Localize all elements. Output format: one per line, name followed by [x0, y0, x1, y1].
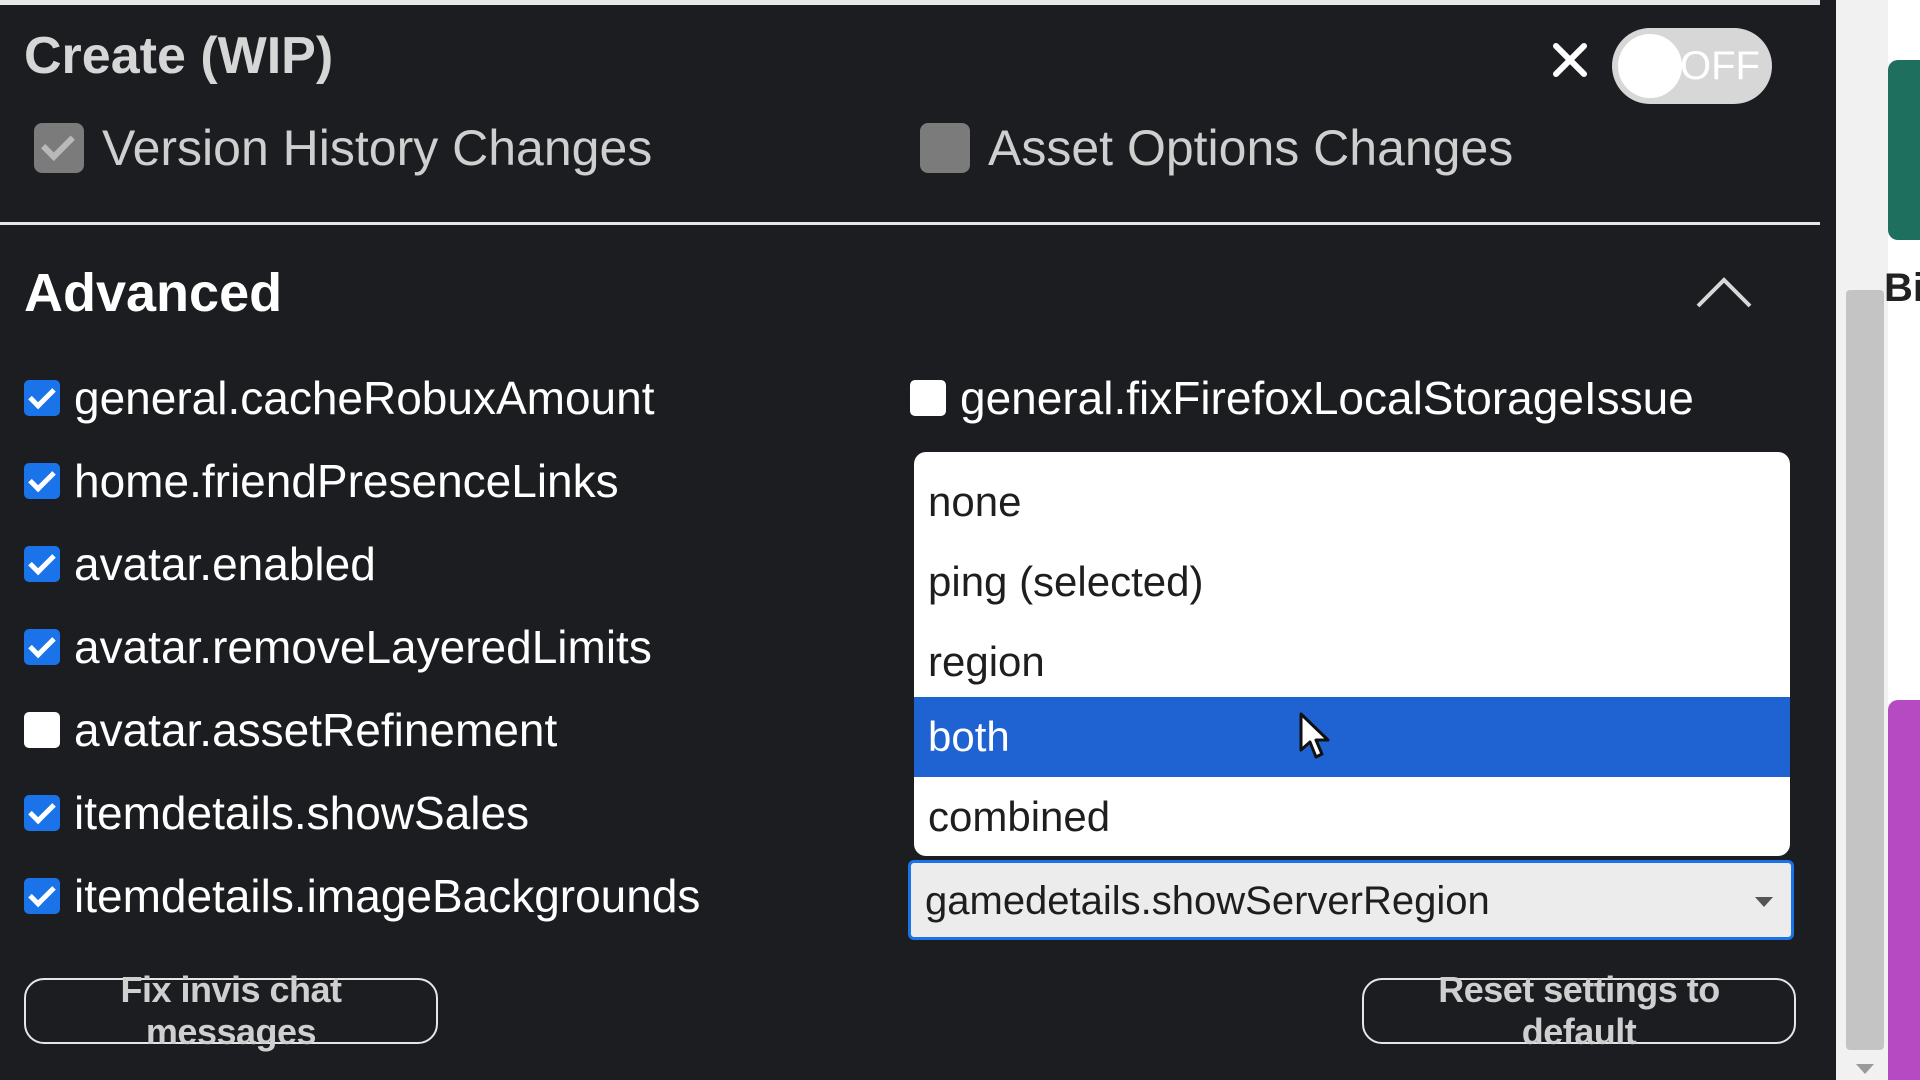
- dropdown-option-region[interactable]: region: [914, 622, 1790, 702]
- dropdown-option-combined[interactable]: combined: [914, 777, 1790, 856]
- option-itemdetails-showSales[interactable]: itemdetails.showSales: [24, 785, 529, 841]
- fix-invis-chat-button[interactable]: Fix invis chat messages: [24, 969, 438, 1052]
- select-value: gamedetails.showServerRegion: [925, 879, 1490, 923]
- option-avatar-removeLayeredLimits[interactable]: avatar.removeLayeredLimits: [24, 619, 652, 675]
- option-checkbox[interactable]: [24, 463, 60, 499]
- background-image-fragment-2: [1888, 700, 1920, 1080]
- option-home-friendPresenceLinks[interactable]: home.friendPresenceLinks: [24, 453, 619, 509]
- option-label: itemdetails.imageBackgrounds: [74, 870, 701, 922]
- option-checkbox[interactable]: [24, 712, 60, 748]
- scrollbar-thumb[interactable]: [1846, 290, 1884, 1050]
- toggle-knob: [1618, 34, 1682, 98]
- section-title-create: Create (WIP): [24, 27, 334, 85]
- toggle-label: OFF: [1680, 44, 1760, 88]
- feature-checkbox-version-history[interactable]: [34, 123, 84, 173]
- close-icon[interactable]: [1548, 38, 1592, 82]
- option-label: avatar.removeLayeredLimits: [74, 621, 652, 673]
- mouse-cursor-icon: [1299, 712, 1330, 759]
- scroll-down-icon[interactable]: [1856, 1064, 1874, 1074]
- option-checkbox[interactable]: [24, 380, 60, 416]
- feature-label: Version History Changes: [102, 120, 653, 176]
- feature-checkbox-asset-options[interactable]: [920, 123, 970, 173]
- option-checkbox[interactable]: [24, 795, 60, 831]
- server-region-dropdown-list[interactable]: none ping (selected) region both combine…: [914, 452, 1790, 856]
- option-general-cacheRobuxAmount[interactable]: general.cacheRobuxAmount: [24, 370, 654, 426]
- option-label: avatar.assetRefinement: [74, 704, 558, 756]
- advanced-title: Advanced: [24, 263, 283, 323]
- option-itemdetails-imageBackgrounds[interactable]: itemdetails.imageBackgrounds: [24, 868, 700, 924]
- option-label: itemdetails.showSales: [74, 787, 530, 839]
- option-label: general.cacheRobuxAmount: [74, 372, 655, 424]
- option-label: general.fixFirefoxLocalStorageIssue: [960, 372, 1694, 424]
- feature-label: Asset Options Changes: [988, 120, 1514, 176]
- section-divider: [0, 222, 1820, 225]
- option-label: avatar.enabled: [74, 538, 376, 590]
- option-label: home.friendPresenceLinks: [74, 455, 619, 507]
- background-image-fragment: [1888, 60, 1920, 240]
- top-divider: [0, 0, 1820, 5]
- option-checkbox[interactable]: [24, 546, 60, 582]
- option-checkbox[interactable]: [24, 629, 60, 665]
- settings-panel: Create (WIP) OFF Version History Changes…: [0, 0, 1836, 1080]
- option-avatar-enabled[interactable]: avatar.enabled: [24, 536, 376, 592]
- select-arrow-icon: [1755, 897, 1773, 907]
- feature-asset-options[interactable]: Asset Options Changes: [920, 118, 1513, 178]
- dropdown-option-ping[interactable]: ping (selected): [914, 542, 1790, 622]
- reset-settings-button[interactable]: Reset settings to default: [1362, 969, 1796, 1052]
- option-general-fixFirefoxLocalStorageIssue[interactable]: general.fixFirefoxLocalStorageIssue: [910, 370, 1694, 426]
- background-text-fragment: Bis: [1884, 266, 1920, 310]
- option-checkbox[interactable]: [910, 380, 946, 416]
- server-region-select[interactable]: gamedetails.showServerRegion: [908, 860, 1794, 940]
- chevron-up-icon[interactable]: [1694, 272, 1754, 312]
- dropdown-option-both[interactable]: both: [914, 697, 1790, 777]
- dropdown-option-none[interactable]: none: [914, 462, 1790, 542]
- create-toggle[interactable]: OFF: [1612, 28, 1772, 104]
- option-avatar-assetRefinement[interactable]: avatar.assetRefinement: [24, 702, 557, 758]
- feature-version-history[interactable]: Version History Changes: [34, 118, 652, 178]
- option-checkbox[interactable]: [24, 878, 60, 914]
